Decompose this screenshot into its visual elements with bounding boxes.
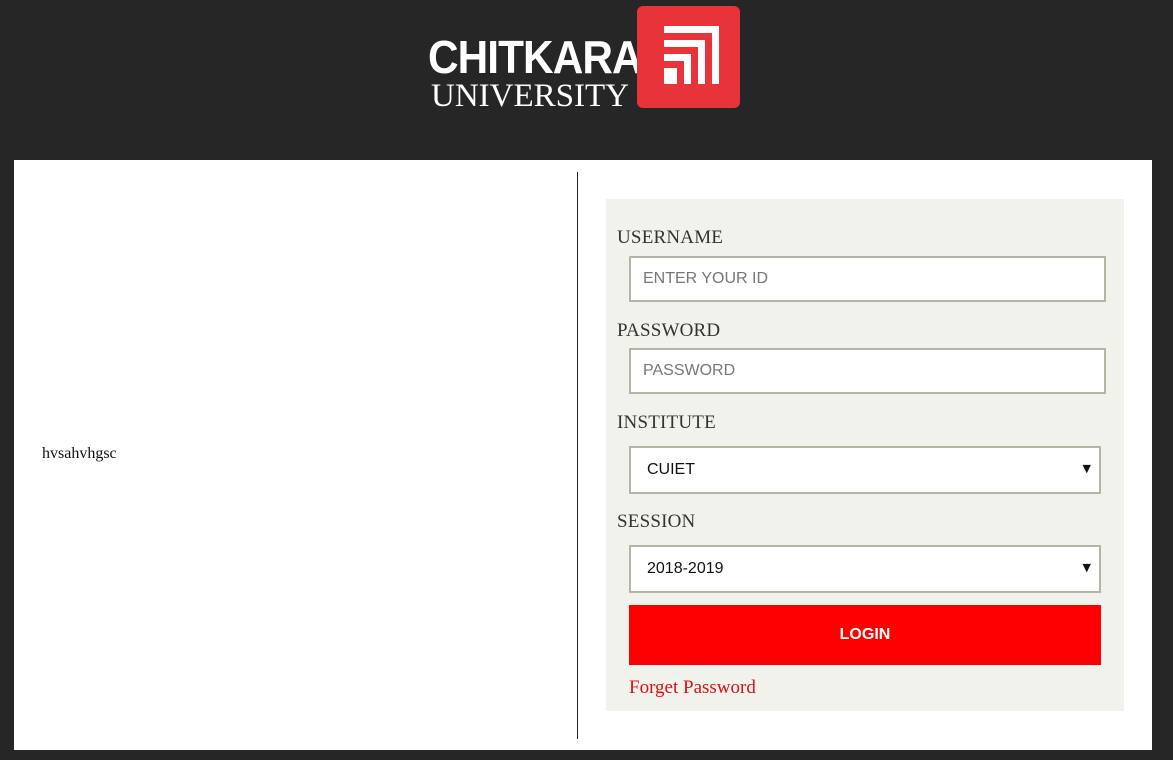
login-card: hvsahvhgsc USERNAME PASSWORD INSTITUTE C… bbox=[14, 160, 1152, 750]
logo-text-university: UNIVERSITY bbox=[431, 78, 629, 114]
logo-text-chitkara: CHITKARA bbox=[428, 31, 643, 83]
chevron-down-icon: ▼ bbox=[1082, 462, 1091, 475]
header-bar: CHITKARA UNIVERSITY bbox=[0, 0, 1173, 160]
session-select[interactable]: 2018-2019 ▼ bbox=[629, 545, 1101, 593]
chevron-down-icon: ▼ bbox=[1082, 561, 1091, 574]
logo-mark-icon bbox=[637, 6, 740, 108]
institute-select[interactable]: CUIET ▼ bbox=[629, 446, 1101, 494]
username-label: USERNAME bbox=[617, 227, 724, 248]
notice-text: hvsahvhgsc bbox=[42, 445, 117, 462]
forgot-password-link[interactable]: Forget Password bbox=[629, 677, 756, 699]
vertical-divider bbox=[577, 172, 578, 739]
session-label: SESSION bbox=[617, 511, 696, 532]
institute-label: INSTITUTE bbox=[617, 412, 716, 433]
chitkara-university-logo[interactable]: CHITKARA UNIVERSITY bbox=[428, 6, 748, 114]
notice-pane: hvsahvhgsc bbox=[14, 160, 576, 750]
login-button[interactable]: LOGIN bbox=[629, 605, 1101, 665]
login-form: USERNAME PASSWORD INSTITUTE CUIET ▼ SESS… bbox=[606, 199, 1124, 711]
password-label: PASSWORD bbox=[617, 320, 721, 341]
username-input[interactable] bbox=[629, 256, 1106, 302]
session-selected-value: 2018-2019 bbox=[647, 560, 724, 577]
password-input[interactable] bbox=[629, 348, 1106, 394]
institute-selected-value: CUIET bbox=[647, 461, 695, 478]
